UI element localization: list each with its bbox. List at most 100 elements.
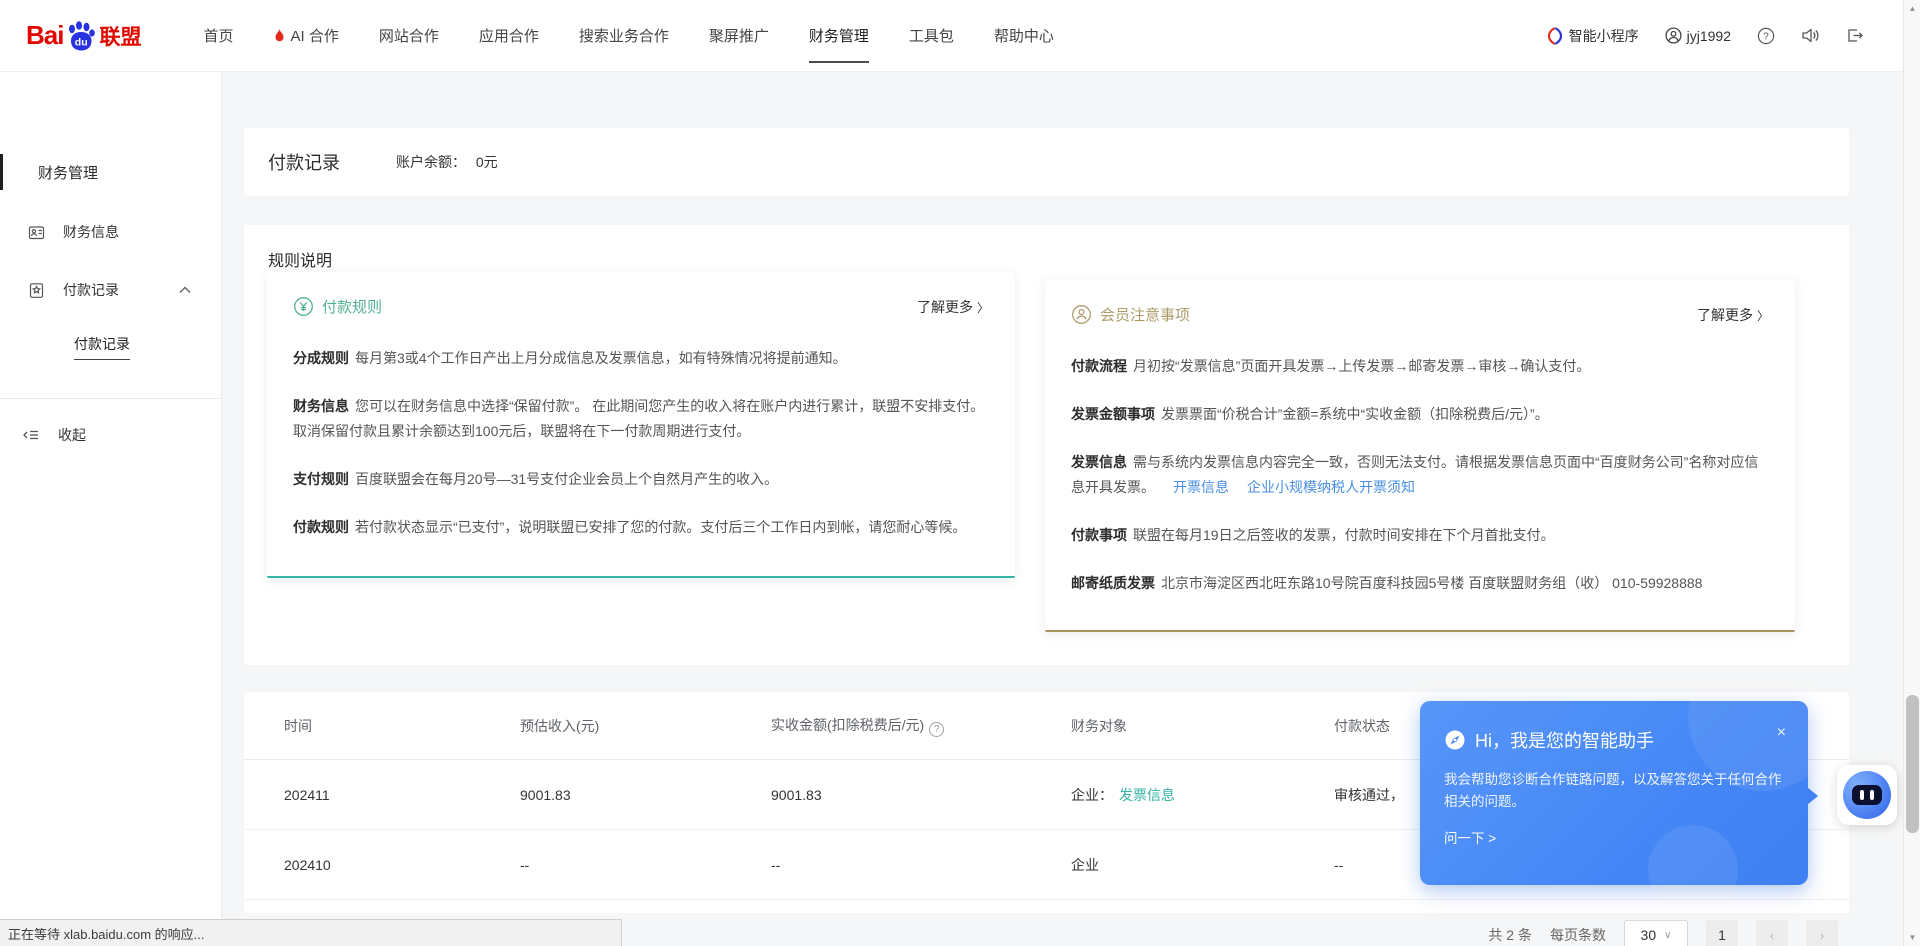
small-taxpayer-notice-link[interactable]: 企业小规模纳税人开票须知	[1247, 479, 1415, 495]
page-scrollbar[interactable]: ▲ ▼	[1903, 0, 1920, 946]
scroll-up-arrow[interactable]: ▲	[1904, 0, 1920, 17]
scroll-down-arrow[interactable]: ▼	[1904, 929, 1920, 946]
nav-item-app[interactable]: 应用合作	[459, 0, 559, 72]
member-notes-card: 会员注意事项 了解更多〉 付款流程月初按“发票信息”页面开具发票→上传发票→邮寄…	[1045, 280, 1795, 632]
user-menu[interactable]: jyj1992	[1665, 27, 1731, 44]
popup-decoration	[1648, 825, 1738, 915]
nav-item-help-center[interactable]: 帮助中心	[974, 0, 1074, 72]
rule-item: 财务信息您可以在财务信息中选择“保留付款”。 在此期间您产生的收入将在账户内进行…	[293, 394, 989, 444]
account-balance-label: 账户余额：	[396, 154, 466, 170]
collapse-icon	[22, 428, 40, 442]
rule-item: 支付规则百度联盟会在每月20号—31号支付企业会员上个自然月产生的收入。	[293, 467, 989, 492]
assistant-robot-button[interactable]	[1837, 765, 1897, 825]
main-nav: 首页 AI 合作 网站合作 应用合作 搜索业务合作 聚屏推广 财务管理 工具包 …	[183, 0, 1073, 72]
prev-page-button[interactable]: ‹	[1756, 920, 1788, 946]
sidebar: 财务管理 财务信息 付款记录	[0, 72, 222, 946]
page-header-card: 付款记录 账户余额： 0元	[244, 128, 1849, 196]
baidu-paw-icon: du	[64, 19, 98, 53]
payment-rules-title: 付款规则	[322, 296, 382, 317]
flame-icon	[273, 28, 286, 44]
next-page-button[interactable]: ›	[1806, 920, 1838, 946]
popup-decoration	[1688, 641, 1838, 791]
sidebar-collapse-button[interactable]: 收起	[0, 425, 221, 445]
chevron-right-icon: 〉	[1757, 309, 1769, 323]
account-balance: 账户余额： 0元	[396, 152, 498, 172]
coin-yen-icon	[293, 296, 314, 317]
app-screen: Bai du 联盟 首页 AI 合作 网站合作	[0, 0, 1920, 946]
sidebar-subitem-payment-record[interactable]: 付款记录	[0, 334, 221, 354]
baidu-union-logo[interactable]: Bai du 联盟	[26, 19, 141, 53]
col-actual-amount: 实收金额(扣除税费后/元)?	[771, 715, 1071, 737]
payment-rules-header: 付款规则 了解更多〉	[267, 272, 1015, 317]
nav-item-toolkit[interactable]: 工具包	[889, 0, 974, 72]
cell-estimated: 9001.83	[520, 787, 771, 803]
invoice-info-table-link[interactable]: 发票信息	[1119, 787, 1175, 803]
member-notes-title: 会员注意事项	[1100, 304, 1190, 325]
status-text: 正在等待 xlab.baidu.com 的响应...	[8, 924, 205, 943]
chevron-right-icon: 〉	[977, 301, 989, 315]
account-balance-value: 0元	[476, 154, 498, 170]
col-finance-object: 财务对象	[1071, 716, 1334, 736]
sidebar-section-finance[interactable]: 财务管理	[0, 160, 221, 184]
payment-rules-card: 付款规则 了解更多〉 分成规则每月第3或4个工作日产出上月分成信息及发票信息，如…	[267, 272, 1015, 578]
nav-item-ai[interactable]: AI 合作	[253, 0, 358, 72]
rule-item: 付款事项联盟在每月19日之后签收的发票，付款时间安排在下个月首批支付。	[1071, 523, 1769, 548]
payment-record-icon	[28, 282, 45, 299]
cell-actual: 9001.83	[771, 787, 1071, 803]
rule-item: 发票金额事项发票票面“价税合计”金额=系统中“实收金额（扣除税费后/元）”。	[1071, 402, 1769, 427]
member-notes-more-link[interactable]: 了解更多〉	[1697, 305, 1769, 325]
scrollbar-thumb[interactable]	[1906, 695, 1919, 833]
announcement-sound-button[interactable]	[1801, 27, 1820, 44]
browser-status-bar: 正在等待 xlab.baidu.com 的响应...	[0, 919, 622, 946]
logout-button[interactable]	[1846, 27, 1864, 44]
sidebar-divider	[0, 398, 221, 399]
popup-pointer	[1807, 787, 1818, 805]
col-estimated-income: 预估收入(元)	[520, 716, 771, 736]
rule-item: 付款流程月初按“发票信息”页面开具发票→上传发票→邮寄发票→审核→确认支付。	[1071, 354, 1769, 379]
page-number-button[interactable]: 1	[1706, 920, 1738, 946]
nav-item-home[interactable]: 首页	[183, 0, 253, 72]
nav-item-finance[interactable]: 财务管理	[789, 0, 889, 72]
cell-finance-object: 企业	[1071, 855, 1334, 875]
nav-right-cluster: 智能小程序 jyj1992 ?	[1547, 26, 1864, 46]
miniprogram-icon	[1547, 27, 1563, 45]
compass-icon	[1444, 729, 1466, 751]
username: jyj1992	[1687, 28, 1731, 44]
robot-avatar	[1843, 771, 1891, 819]
per-page-label: 每页条数	[1550, 925, 1606, 945]
nav-item-search-business[interactable]: 搜索业务合作	[559, 0, 689, 72]
rules-section-title: 规则说明	[244, 225, 1849, 271]
finance-info-icon	[28, 224, 45, 241]
top-navbar: Bai du 联盟 首页 AI 合作 网站合作	[0, 0, 1920, 72]
logo-text-bai: Bai	[26, 20, 63, 51]
help-icon[interactable]: ?	[929, 722, 944, 737]
help-button[interactable]: ?	[1757, 27, 1775, 45]
pagination: 共 2 条 每页条数 30 ∨ 1 ‹ ›	[1488, 920, 1838, 946]
close-icon[interactable]: ×	[1777, 725, 1786, 741]
per-page-select[interactable]: 30 ∨	[1624, 920, 1688, 946]
invoice-info-link[interactable]: 开票信息	[1173, 479, 1229, 495]
svg-text:?: ?	[1763, 31, 1769, 42]
sidebar-item-payment-record[interactable]: 付款记录	[0, 280, 221, 300]
rules-card: 规则说明 付款规则 了解更多〉 分成规则每月第3或4	[244, 225, 1849, 665]
cell-finance-object: 企业：发票信息	[1071, 785, 1334, 805]
payment-rules-more-link[interactable]: 了解更多〉	[917, 297, 989, 317]
chevron-down-icon: ∨	[1664, 930, 1671, 941]
nav-item-screen-promo[interactable]: 聚屏推广	[689, 0, 789, 72]
cell-time: 202411	[284, 787, 520, 803]
rule-item: 邮寄纸质发票北京市海淀区西北旺东路10号院百度科技园5号楼 百度联盟财务组（收）…	[1071, 571, 1769, 596]
rule-item: 分成规则每月第3或4个工作日产出上月分成信息及发票信息，如有特殊情况将提前通知。	[293, 346, 989, 371]
assistant-title: Hi，我是您的智能助手	[1475, 727, 1654, 753]
nav-item-website[interactable]: 网站合作	[359, 0, 459, 72]
user-icon	[1665, 27, 1682, 44]
chevron-up-icon[interactable]	[179, 286, 191, 294]
pagination-total: 共 2 条	[1488, 925, 1532, 945]
col-time: 时间	[284, 716, 520, 736]
svg-text:du: du	[75, 36, 88, 48]
cell-estimated: --	[520, 857, 771, 873]
smart-miniprogram-link[interactable]: 智能小程序	[1547, 26, 1639, 46]
ask-now-link[interactable]: 问一下 >	[1420, 813, 1808, 847]
sidebar-item-finance-info[interactable]: 财务信息	[0, 222, 221, 242]
page-title: 付款记录	[268, 149, 340, 175]
member-coin-icon	[1071, 304, 1092, 325]
